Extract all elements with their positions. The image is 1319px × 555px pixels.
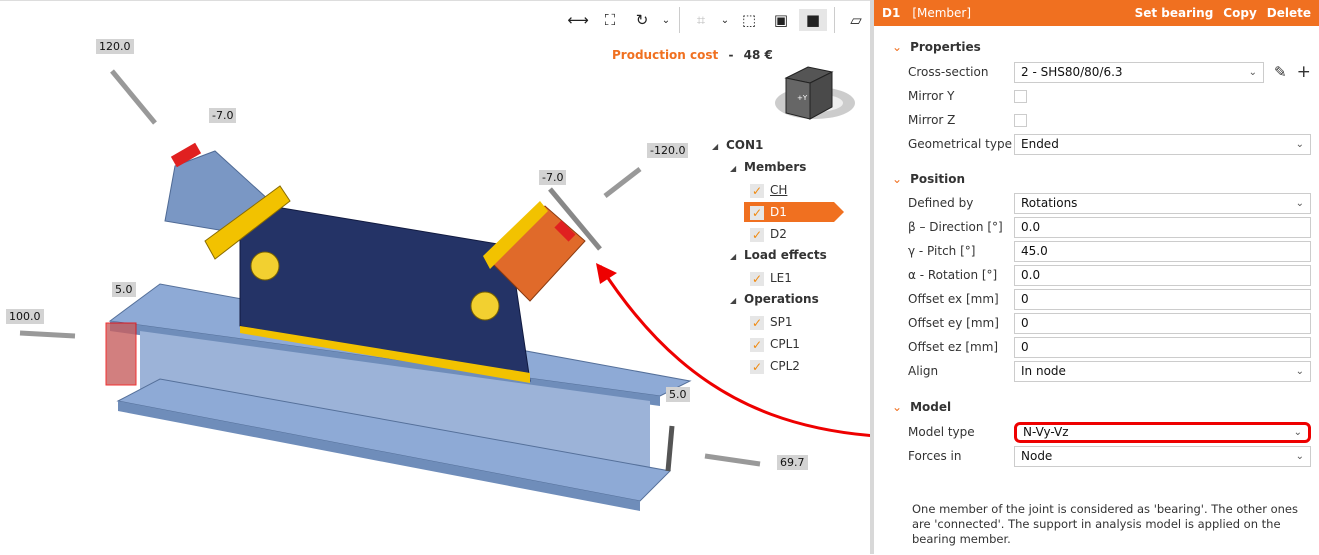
position-input[interactable]: 0.0: [1014, 216, 1311, 238]
position-row: Align In node ⌄: [908, 360, 1311, 382]
section-position[interactable]: ⌄ Position: [892, 172, 965, 186]
checkbox-checked[interactable]: ✓: [750, 315, 764, 330]
chevron-down-icon: ⌄: [892, 172, 903, 186]
load-arrow: [603, 167, 642, 198]
position-row: Offset ex [mm] 0: [908, 288, 1311, 310]
copy-button[interactable]: Copy: [1223, 6, 1256, 20]
chevron-down-icon: ⌄: [1295, 450, 1304, 462]
tree-group-members[interactable]: ◢ Members: [730, 157, 806, 177]
model-type-select[interactable]: N-Vy-Vz ⌄: [1014, 421, 1311, 443]
position-input[interactable]: 0: [1014, 288, 1311, 310]
tree-group-operations[interactable]: ◢ Operations: [730, 289, 819, 309]
position-input[interactable]: 0.0: [1014, 264, 1311, 286]
annotation-arrowhead: [596, 263, 617, 284]
chevron-down-icon: ⌄: [1248, 66, 1257, 78]
field-label: Offset ez [mm]: [908, 340, 999, 354]
geometrical-type-row: Geometrical type Ended ⌄: [908, 133, 1311, 155]
tree-item-cpl2[interactable]: ✓ CPL2: [750, 356, 800, 376]
chevron-down-icon: ⌄: [1295, 138, 1304, 150]
position-input[interactable]: 45.0: [1014, 240, 1311, 262]
position-input[interactable]: 0: [1014, 336, 1311, 358]
tree-item-d1[interactable]: ✓ D1: [744, 202, 844, 222]
position-row: Offset ey [mm] 0: [908, 312, 1311, 334]
mirror-z-row: Mirror Z: [908, 109, 1311, 131]
member-type: [Member]: [912, 6, 972, 20]
forces-in-row: Forces in Node ⌄: [908, 445, 1311, 467]
checkbox-checked[interactable]: ✓: [750, 359, 764, 374]
edit-pencil-icon[interactable]: ✎: [1274, 63, 1287, 81]
geometrical-type-select[interactable]: Ended ⌄: [1014, 133, 1311, 155]
load-arrow: [665, 425, 675, 472]
load-label: 69.7: [777, 455, 808, 470]
position-select[interactable]: Rotations ⌄: [1014, 192, 1311, 214]
panel-header: D1 [Member] Set bearing Copy Delete: [874, 0, 1319, 26]
3d-viewport[interactable]: ⟷ ⛶ ↻ ⌄ ⌗ ⌄ ⬚ ▣ ■ ▱ ⟡ ⌂ Production cost …: [0, 0, 925, 554]
position-row: β – Direction [°] 0.0: [908, 216, 1311, 238]
load-label: -120.0: [647, 143, 689, 158]
view-cube[interactable]: +Y: [775, 66, 855, 120]
field-label: γ - Pitch [°]: [908, 244, 976, 258]
tree-item-ch[interactable]: ✓ CH: [750, 180, 787, 200]
load-arrow: [110, 69, 157, 125]
chevron-down-icon: ⌄: [1293, 426, 1302, 438]
tree-root[interactable]: ◢ CON1: [712, 135, 763, 155]
field-label: Align: [908, 364, 939, 378]
load-label: 100.0: [6, 309, 44, 324]
chevron-down-icon: ⌄: [1295, 365, 1304, 377]
mirror-y-row: Mirror Y: [908, 85, 1311, 107]
model-type-row: Model type N-Vy-Vz ⌄: [908, 421, 1311, 443]
checkbox-checked[interactable]: ✓: [750, 183, 764, 198]
field-label: Offset ey [mm]: [908, 316, 999, 330]
cross-section-select[interactable]: 2 - SHS80/80/6.3 ⌄: [1014, 61, 1264, 83]
tree-item-sp1[interactable]: ✓ SP1: [750, 312, 793, 332]
view-cube-label: +Y: [797, 94, 808, 102]
chevron-down-icon: ⌄: [1295, 197, 1304, 209]
checkbox-checked[interactable]: ✓: [750, 337, 764, 352]
member-id: D1: [882, 6, 901, 20]
add-plus-icon[interactable]: +: [1297, 62, 1311, 82]
cross-section-row: Cross-section 2 - SHS80/80/6.3 ⌄ ✎ +: [908, 61, 1311, 83]
bearing-note: One member of the joint is considered as…: [912, 502, 1299, 546]
checkbox-checked[interactable]: ✓: [750, 205, 764, 220]
delete-button[interactable]: Delete: [1267, 6, 1311, 20]
field-label: α - Rotation [°]: [908, 268, 998, 282]
mirror-z-checkbox[interactable]: [1014, 113, 1027, 127]
chevron-down-icon: ⌄: [892, 40, 903, 54]
position-select[interactable]: In node ⌄: [1014, 360, 1311, 382]
properties-panel: D1 [Member] Set bearing Copy Delete ⌄ Pro…: [870, 0, 1319, 554]
section-model[interactable]: ⌄ Model: [892, 400, 951, 414]
tree-item-cpl1[interactable]: ✓ CPL1: [750, 334, 800, 354]
forces-in-select[interactable]: Node ⌄: [1014, 445, 1311, 467]
position-row: α - Rotation [°] 0.0: [908, 264, 1311, 286]
field-label: β – Direction [°]: [908, 220, 1003, 234]
position-row: Defined by Rotations ⌄: [908, 192, 1311, 214]
tree-item-le1[interactable]: ✓ LE1: [750, 268, 792, 288]
set-bearing-button[interactable]: Set bearing: [1135, 6, 1214, 20]
position-input[interactable]: 0: [1014, 312, 1311, 334]
load-label: -7.0: [209, 108, 237, 123]
checkbox-checked[interactable]: ✓: [750, 227, 764, 242]
model-drawing: +Y: [19, 66, 870, 511]
tree-item-d2[interactable]: ✓ D2: [750, 224, 787, 244]
load-label: 5.0: [666, 387, 690, 402]
field-label: Defined by: [908, 196, 974, 210]
field-label: Offset ex [mm]: [908, 292, 999, 306]
chevron-down-icon: ⌄: [892, 400, 903, 414]
load-label: 5.0: [112, 282, 136, 297]
tree-group-load-effects[interactable]: ◢ Load effects: [730, 245, 827, 265]
load-label: 120.0: [96, 39, 134, 54]
section-properties[interactable]: ⌄ Properties: [892, 40, 981, 54]
position-row: Offset ez [mm] 0: [908, 336, 1311, 358]
position-row: γ - Pitch [°] 45.0: [908, 240, 1311, 262]
load-label: -7.0: [539, 170, 567, 185]
mirror-y-checkbox[interactable]: [1014, 89, 1027, 103]
load-arrow: [19, 330, 76, 339]
load-arrow: [704, 453, 761, 467]
checkbox-checked[interactable]: ✓: [750, 271, 764, 286]
